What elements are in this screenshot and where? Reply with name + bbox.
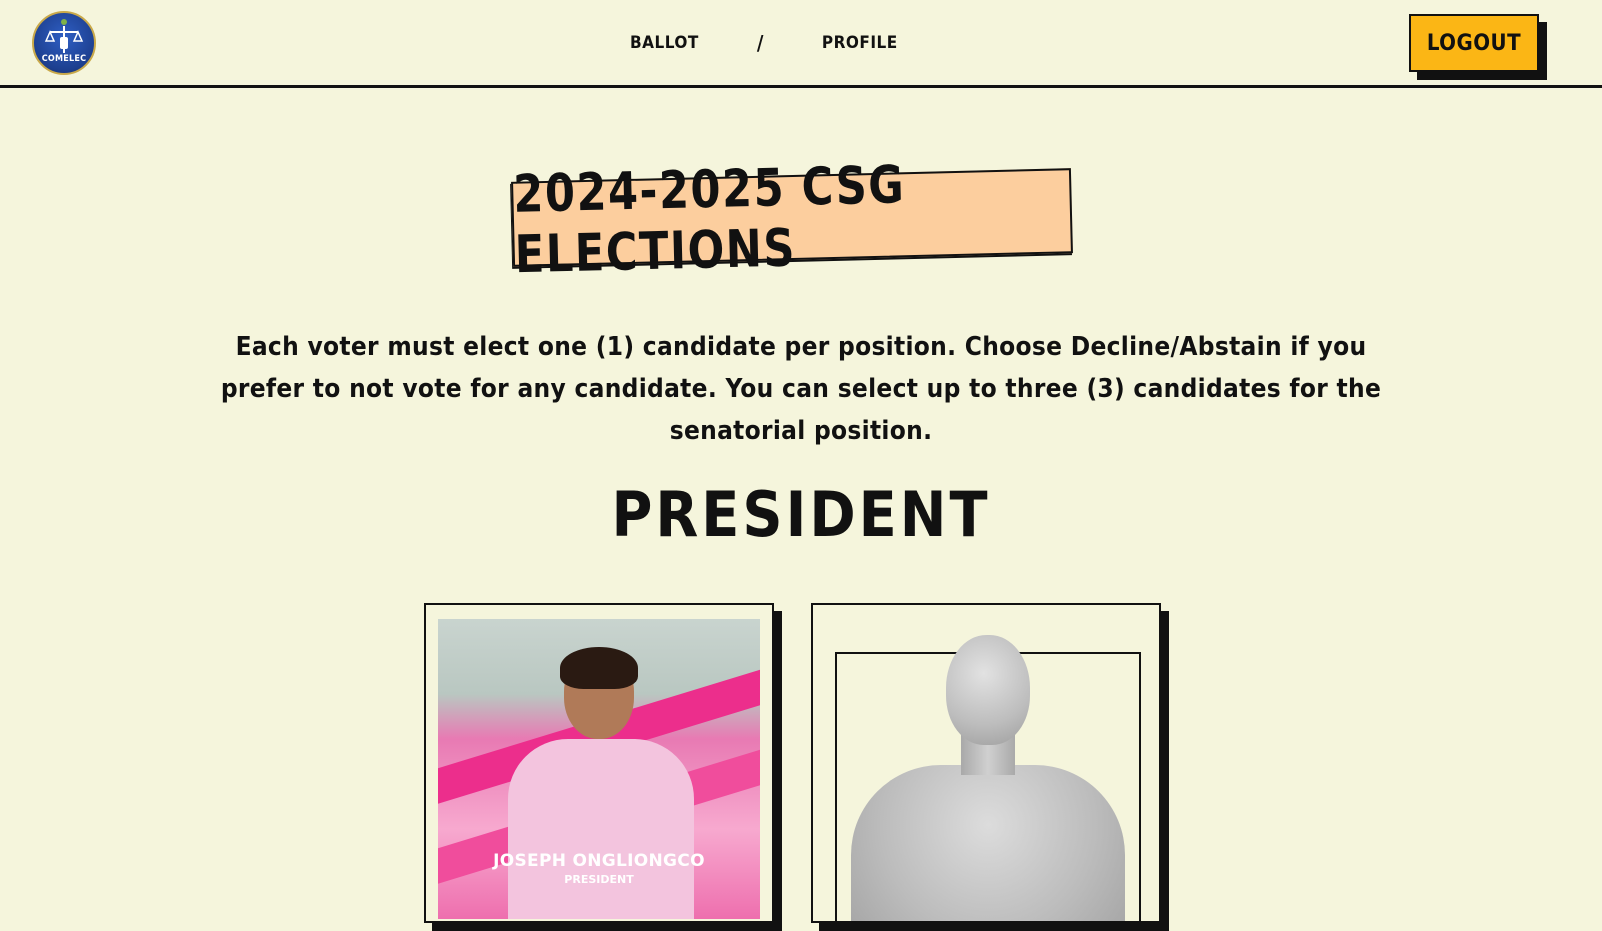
voting-instructions: Each voter must elect one (1) candidate … <box>220 332 1382 446</box>
comelec-logo[interactable]: COMELEC <box>32 11 96 75</box>
nav-profile-link[interactable]: PROFILE <box>822 33 898 53</box>
candidate-card[interactable] <box>811 603 1169 931</box>
candidate-figure-hair <box>560 647 638 689</box>
card-body: JOSEPH ONGLIONGCO PRESIDENT <box>424 603 774 923</box>
page-title: 2024-2025 CSG ELECTIONS <box>512 154 906 285</box>
candidate-name: JOSEPH ONGLIONGCO <box>493 851 705 871</box>
card-body <box>811 603 1161 923</box>
logout-button[interactable]: LOGOUT <box>1409 14 1539 72</box>
navbar: COMELEC BALLOT / PROFILE LOGOUT <box>0 0 1602 88</box>
nav-separator: / <box>756 31 764 55</box>
candidate-photo: JOSEPH ONGLIONGCO PRESIDENT <box>438 619 760 919</box>
nav-ballot-link[interactable]: BALLOT <box>630 33 699 53</box>
nav-links: BALLOT / PROFILE <box>630 28 898 58</box>
logout-button-wrap: LOGOUT <box>1409 14 1547 80</box>
mannequin-body <box>851 765 1125 921</box>
position-title: PRESIDENT <box>611 478 991 551</box>
mannequin-placeholder-icon <box>946 635 1030 745</box>
scales-of-justice-icon <box>44 19 84 53</box>
candidate-card[interactable]: JOSEPH ONGLIONGCO PRESIDENT <box>424 603 782 931</box>
candidate-figure-body <box>508 739 694 919</box>
candidate-position: PRESIDENT <box>564 873 634 886</box>
elections-title-banner: 2024-2025 CSG ELECTIONS <box>511 154 1073 285</box>
logo-text: COMELEC <box>41 54 87 64</box>
